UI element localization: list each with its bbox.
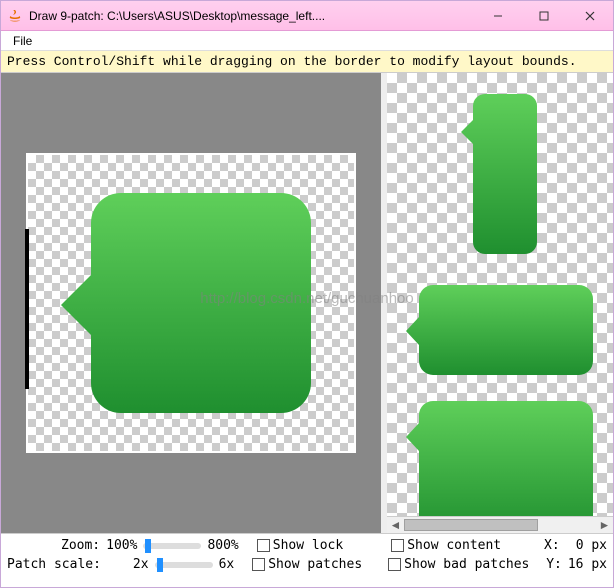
bottom-controls: Zoom: 100% 800% Show lock Show content X… bbox=[1, 533, 613, 576]
patch-scale-label: Patch scale: bbox=[7, 557, 101, 572]
menu-file[interactable]: File bbox=[7, 32, 38, 50]
scroll-track[interactable] bbox=[404, 517, 596, 533]
patch-scale-slider[interactable] bbox=[155, 562, 213, 568]
window-controls bbox=[475, 1, 613, 30]
close-button[interactable] bbox=[567, 1, 613, 30]
show-patches-check[interactable]: Show patches bbox=[252, 557, 362, 572]
edit-panel[interactable] bbox=[1, 73, 381, 533]
show-content-check[interactable]: Show content bbox=[391, 538, 501, 553]
show-bad-patches-check[interactable]: Show bad patches bbox=[388, 557, 529, 572]
java-icon bbox=[7, 8, 23, 24]
scroll-left-button[interactable]: ◄ bbox=[387, 517, 404, 533]
hint-bar: Press Control/Shift while dragging on th… bbox=[1, 51, 613, 73]
maximize-button[interactable] bbox=[521, 1, 567, 30]
patch-min: 2x bbox=[133, 557, 149, 572]
patch-marker-left[interactable] bbox=[25, 229, 29, 389]
zoom-max: 800% bbox=[207, 538, 238, 553]
scroll-thumb[interactable] bbox=[404, 519, 538, 531]
preview-vertical bbox=[460, 89, 540, 256]
coord-y-label: Y: bbox=[546, 557, 562, 572]
show-lock-check[interactable]: Show lock bbox=[257, 538, 343, 553]
menubar: File bbox=[1, 31, 613, 51]
coord-x-label: X: bbox=[544, 538, 560, 553]
edit-canvas[interactable] bbox=[26, 153, 356, 453]
preview-scrollbar-horizontal[interactable]: ◄ ► bbox=[387, 516, 613, 533]
coord-x-value: 0 px bbox=[576, 538, 607, 553]
titlebar: Draw 9-patch: C:\Users\ASUS\Desktop\mess… bbox=[1, 1, 613, 31]
zoom-label: Zoom: bbox=[61, 538, 100, 553]
preview-panel: ◄ ► bbox=[387, 73, 613, 533]
window-title: Draw 9-patch: C:\Users\ASUS\Desktop\mess… bbox=[29, 9, 475, 23]
preview-horizontal bbox=[405, 280, 595, 378]
coord-y-value: 16 px bbox=[568, 557, 607, 572]
minimize-button[interactable] bbox=[475, 1, 521, 30]
scroll-right-button[interactable]: ► bbox=[596, 517, 613, 533]
preview-both bbox=[405, 396, 595, 533]
bubble-image bbox=[61, 183, 321, 423]
zoom-min: 100% bbox=[106, 538, 137, 553]
patch-max: 6x bbox=[219, 557, 235, 572]
zoom-slider[interactable] bbox=[143, 543, 201, 549]
workspace: ◄ ► bbox=[1, 73, 613, 533]
